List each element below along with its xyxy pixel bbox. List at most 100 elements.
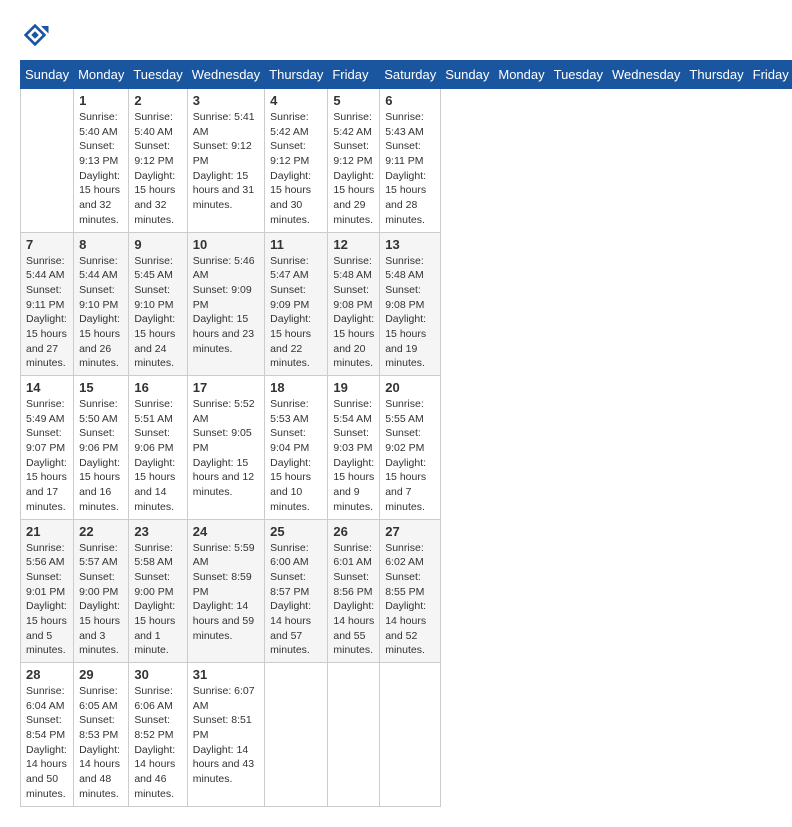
calendar-cell: 14 Sunrise: 5:49 AMSunset: 9:07 PMDayligh… (21, 376, 74, 520)
day-number: 18 (270, 380, 322, 395)
calendar-cell: 30 Sunrise: 6:06 AMSunset: 8:52 PMDayligh… (129, 663, 187, 807)
day-number: 24 (193, 524, 259, 539)
calendar-cell: 16 Sunrise: 5:51 AMSunset: 9:06 PMDayligh… (129, 376, 187, 520)
day-number: 5 (333, 93, 374, 108)
week-row-2: 7Sunrise: 5:44 AMSunset: 9:11 PMDaylight… (21, 232, 792, 376)
day-info: Sunrise: 6:00 AMSunset: 8:57 PMDaylight:… (270, 541, 322, 659)
day-info: Sunrise: 5:58 AMSunset: 9:00 PMDaylight:… (134, 541, 181, 659)
calendar-cell: 22Sunrise: 5:57 AMSunset: 9:00 PMDayligh… (74, 519, 129, 663)
day-number: 1 (79, 93, 123, 108)
day-number: 15 (79, 380, 123, 395)
header-tuesday: Tuesday (129, 61, 187, 89)
calendar-cell: 15 Sunrise: 5:50 AMSunset: 9:06 PMDayligh… (74, 376, 129, 520)
day-number: 2 (134, 93, 181, 108)
day-info: Sunrise: 5:50 AMSunset: 9:06 PMDaylight:… (79, 397, 123, 515)
day-info: Sunrise: 5:44 AMSunset: 9:11 PMDaylight:… (26, 254, 68, 372)
day-number: 28 (26, 667, 68, 682)
day-number: 27 (385, 524, 435, 539)
day-number: 12 (333, 237, 374, 252)
calendar-cell: 18Sunrise: 5:53 AMSunset: 9:04 PMDayligh… (265, 376, 328, 520)
calendar-cell: 24 Sunrise: 5:59 AMSunset: 8:59 PMDayligh… (187, 519, 264, 663)
day-info: Sunrise: 5:40 AMSunset: 9:13 PMDaylight:… (79, 110, 123, 228)
day-info: Sunrise: 5:48 AMSunset: 9:08 PMDaylight:… (385, 254, 435, 372)
day-number: 8 (79, 237, 123, 252)
day-info: Sunrise: 6:04 AMSunset: 8:54 PMDaylight:… (26, 684, 68, 802)
day-number: 13 (385, 237, 435, 252)
day-number: 19 (333, 380, 374, 395)
week-row-5: 28 Sunrise: 6:04 AMSunset: 8:54 PMDayligh… (21, 663, 792, 807)
calendar-cell: 5 Sunrise: 5:42 AMSunset: 9:12 PMDaylight… (328, 89, 380, 233)
day-number: 21 (26, 524, 68, 539)
day-info: Sunrise: 6:06 AMSunset: 8:52 PMDaylight:… (134, 684, 181, 802)
calendar-cell (21, 89, 74, 233)
calendar-cell: 13 Sunrise: 5:48 AMSunset: 9:08 PMDayligh… (380, 232, 441, 376)
day-info: Sunrise: 5:44 AMSunset: 9:10 PMDaylight:… (79, 254, 123, 372)
day-number: 31 (193, 667, 259, 682)
week-row-3: 14 Sunrise: 5:49 AMSunset: 9:07 PMDayligh… (21, 376, 792, 520)
calendar-cell: 17Sunrise: 5:52 AMSunset: 9:05 PMDayligh… (187, 376, 264, 520)
calendar-cell: 20Sunrise: 5:55 AMSunset: 9:02 PMDayligh… (380, 376, 441, 520)
day-info: Sunrise: 5:59 AMSunset: 8:59 PMDaylight:… (193, 541, 259, 644)
header-wednesday: Wednesday (187, 61, 264, 89)
day-number: 30 (134, 667, 181, 682)
day-info: Sunrise: 6:02 AMSunset: 8:55 PMDaylight:… (385, 541, 435, 659)
day-info: Sunrise: 5:45 AMSunset: 9:10 PMDaylight:… (134, 254, 181, 372)
day-info: Sunrise: 5:56 AMSunset: 9:01 PMDaylight:… (26, 541, 68, 659)
day-info: Sunrise: 6:01 AMSunset: 8:56 PMDaylight:… (333, 541, 374, 659)
calendar-cell: 4 Sunrise: 5:42 AMSunset: 9:12 PMDaylight… (265, 89, 328, 233)
day-number: 9 (134, 237, 181, 252)
day-number: 6 (385, 93, 435, 108)
calendar-cell: 28 Sunrise: 6:04 AMSunset: 8:54 PMDayligh… (21, 663, 74, 807)
calendar-cell: 27 Sunrise: 6:02 AMSunset: 8:55 PMDayligh… (380, 519, 441, 663)
calendar-cell: 19 Sunrise: 5:54 AMSunset: 9:03 PMDayligh… (328, 376, 380, 520)
day-number: 26 (333, 524, 374, 539)
col-header-sunday: Sunday (441, 61, 494, 89)
calendar-cell: 8 Sunrise: 5:44 AMSunset: 9:10 PMDaylight… (74, 232, 129, 376)
day-info: Sunrise: 5:46 AMSunset: 9:09 PMDaylight:… (193, 254, 259, 357)
col-header-tuesday: Tuesday (549, 61, 607, 89)
header-thursday: Thursday (265, 61, 328, 89)
day-number: 14 (26, 380, 68, 395)
logo (20, 20, 54, 50)
calendar-cell: 11Sunrise: 5:47 AMSunset: 9:09 PMDayligh… (265, 232, 328, 376)
calendar-cell (265, 663, 328, 807)
header-saturday: Saturday (380, 61, 441, 89)
day-number: 22 (79, 524, 123, 539)
day-number: 25 (270, 524, 322, 539)
day-info: Sunrise: 5:47 AMSunset: 9:09 PMDaylight:… (270, 254, 322, 372)
calendar-cell: 31Sunrise: 6:07 AMSunset: 8:51 PMDayligh… (187, 663, 264, 807)
day-number: 4 (270, 93, 322, 108)
calendar-cell: 29Sunrise: 6:05 AMSunset: 8:53 PMDayligh… (74, 663, 129, 807)
day-number: 23 (134, 524, 181, 539)
col-header-wednesday: Wednesday (608, 61, 685, 89)
calendar-cell: 6 Sunrise: 5:43 AMSunset: 9:11 PMDaylight… (380, 89, 441, 233)
day-number: 20 (385, 380, 435, 395)
calendar-cell: 1 Sunrise: 5:40 AMSunset: 9:13 PMDaylight… (74, 89, 129, 233)
logo-icon (20, 20, 50, 50)
header-monday: Monday (74, 61, 129, 89)
day-info: Sunrise: 5:41 AMSunset: 9:12 PMDaylight:… (193, 110, 259, 213)
header-sunday: Sunday (21, 61, 74, 89)
calendar-cell: 25 Sunrise: 6:00 AMSunset: 8:57 PMDayligh… (265, 519, 328, 663)
day-info: Sunrise: 5:42 AMSunset: 9:12 PMDaylight:… (333, 110, 374, 228)
calendar-cell: 23 Sunrise: 5:58 AMSunset: 9:00 PMDayligh… (129, 519, 187, 663)
day-info: Sunrise: 5:43 AMSunset: 9:11 PMDaylight:… (385, 110, 435, 228)
calendar-table: SundayMondayTuesdayWednesdayThursdayFrid… (20, 60, 792, 807)
day-info: Sunrise: 5:51 AMSunset: 9:06 PMDaylight:… (134, 397, 181, 515)
calendar-cell: 12 Sunrise: 5:48 AMSunset: 9:08 PMDayligh… (328, 232, 380, 376)
calendar-cell: 21 Sunrise: 5:56 AMSunset: 9:01 PMDayligh… (21, 519, 74, 663)
calendar-cell (328, 663, 380, 807)
day-info: Sunrise: 5:52 AMSunset: 9:05 PMDaylight:… (193, 397, 259, 500)
day-info: Sunrise: 5:48 AMSunset: 9:08 PMDaylight:… (333, 254, 374, 372)
day-info: Sunrise: 5:49 AMSunset: 9:07 PMDaylight:… (26, 397, 68, 515)
day-info: Sunrise: 5:54 AMSunset: 9:03 PMDaylight:… (333, 397, 374, 515)
day-number: 29 (79, 667, 123, 682)
week-row-4: 21 Sunrise: 5:56 AMSunset: 9:01 PMDayligh… (21, 519, 792, 663)
day-info: Sunrise: 5:42 AMSunset: 9:12 PMDaylight:… (270, 110, 322, 228)
col-header-friday: Friday (748, 61, 792, 89)
day-info: Sunrise: 5:40 AMSunset: 9:12 PMDaylight:… (134, 110, 181, 228)
day-number: 10 (193, 237, 259, 252)
col-header-thursday: Thursday (685, 61, 748, 89)
day-number: 16 (134, 380, 181, 395)
page-header (20, 20, 772, 50)
